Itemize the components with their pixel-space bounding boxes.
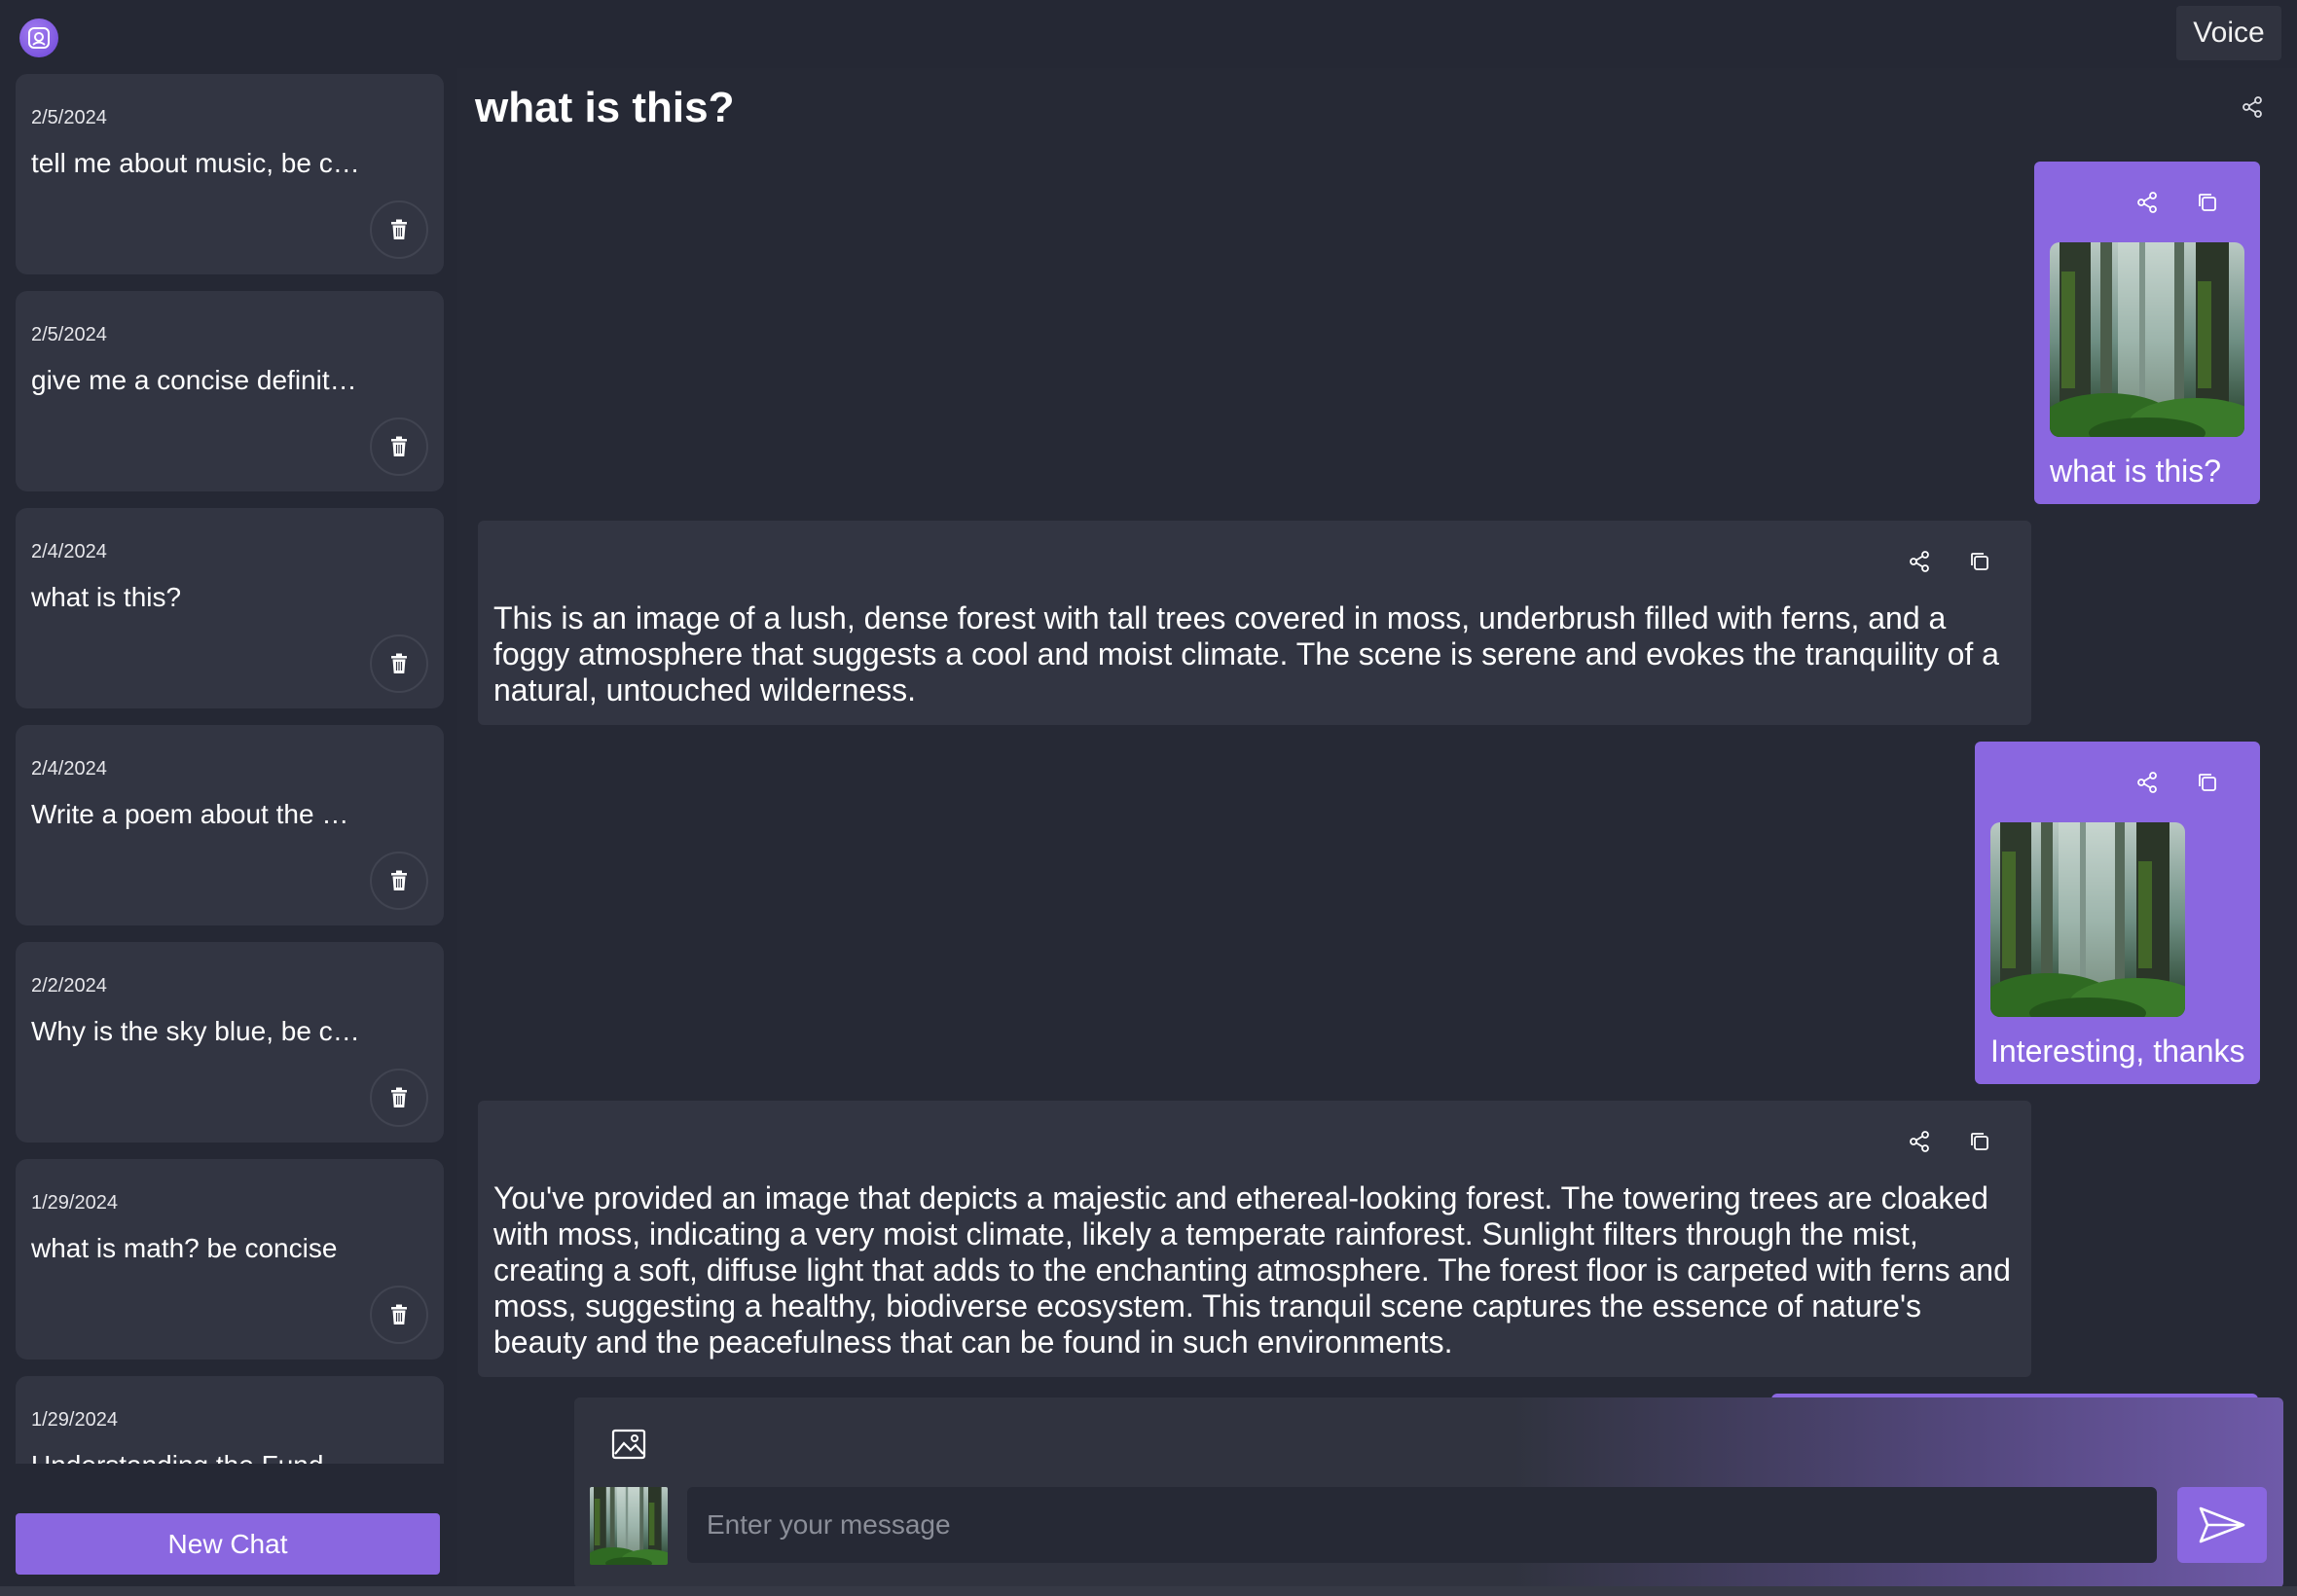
- top-bar: Voice: [0, 0, 2297, 68]
- delete-chat-icon[interactable]: [370, 1069, 428, 1127]
- user-message-text: Interesting, thanks: [1990, 1034, 2245, 1069]
- new-chat-button[interactable]: New Chat: [16, 1513, 440, 1575]
- app-logo-icon[interactable]: [19, 18, 58, 57]
- share-icon[interactable]: [2132, 187, 2163, 218]
- share-icon[interactable]: [1904, 546, 1935, 577]
- chat-history-item[interactable]: 2/4/2024 what is this?: [16, 508, 444, 708]
- chat-history-item[interactable]: 2/5/2024 give me a concise definition: [16, 291, 444, 491]
- chat-date: 2/5/2024: [31, 107, 107, 128]
- chat-history-item[interactable]: 1/29/2024 what is math? be concise: [16, 1159, 444, 1360]
- chat-date: 1/29/2024: [31, 1409, 118, 1431]
- message-composer: [574, 1397, 2283, 1588]
- chat-title-preview: what is math? be concise: [31, 1233, 338, 1263]
- chat-title-preview: Understanding the Fund: [31, 1450, 362, 1464]
- copy-icon[interactable]: [2192, 767, 2223, 798]
- chat-title-preview: tell me about music, be concise: [31, 148, 362, 178]
- voice-button[interactable]: Voice: [2176, 6, 2281, 60]
- assistant-message: You've provided an image that depicts a …: [478, 1101, 2031, 1377]
- user-message: Interesting, thanks: [1975, 742, 2260, 1084]
- delete-chat-icon[interactable]: [370, 1286, 428, 1344]
- chat-header: what is this?: [457, 68, 2297, 146]
- chat-date: 2/5/2024: [31, 324, 107, 345]
- copy-icon[interactable]: [1964, 1126, 1995, 1157]
- copy-icon[interactable]: [2192, 187, 2223, 218]
- chat-title-preview: Why is the sky blue, be concise: [31, 1016, 362, 1046]
- chat-title-preview: Write a poem about the sea: [31, 799, 362, 829]
- message-input[interactable]: [687, 1487, 2157, 1563]
- chat-history-item[interactable]: 1/29/2024 Understanding the Fund: [16, 1376, 444, 1464]
- chat-panel: what is this? what is this? This is an i…: [457, 68, 2297, 1596]
- attach-image-icon[interactable]: [609, 1425, 648, 1464]
- delete-chat-icon[interactable]: [370, 200, 428, 259]
- chat-title-preview: what is this?: [31, 582, 182, 612]
- window-bottom-edge: [0, 1586, 2297, 1596]
- app-window: Voice 2/5/2024 tell me about music, be co…: [0, 0, 2297, 1596]
- chat-date: 2/4/2024: [31, 541, 107, 562]
- sidebar: 2/5/2024tell me about music, be concise2…: [0, 68, 457, 1596]
- assistant-message-text: This is an image of a lush, dense forest…: [493, 600, 1999, 707]
- delete-chat-icon[interactable]: [370, 635, 428, 693]
- delete-chat-icon[interactable]: [370, 417, 428, 476]
- chat-date: 2/2/2024: [31, 975, 107, 997]
- chat-title: what is this?: [475, 84, 735, 131]
- chat-title-preview: give me a concise definition: [31, 365, 362, 395]
- assistant-message-text: You've provided an image that depicts a …: [493, 1180, 2011, 1360]
- share-icon[interactable]: [1904, 1126, 1935, 1157]
- chat-history-item[interactable]: 2/2/2024 Why is the sky blue, be concise: [16, 942, 444, 1143]
- delete-chat-icon[interactable]: [370, 852, 428, 910]
- user-message: what is this?: [2034, 162, 2260, 504]
- chat-history-item[interactable]: 2/5/2024 tell me about music, be concise: [16, 74, 444, 274]
- chat-history-item[interactable]: 2/4/2024 Write a poem about the sea: [16, 725, 444, 925]
- send-icon[interactable]: [2177, 1487, 2267, 1563]
- forest-image[interactable]: [1990, 822, 2185, 1017]
- attached-image-thumbnail[interactable]: [590, 1487, 668, 1565]
- chat-date: 2/4/2024: [31, 758, 107, 780]
- assistant-message: This is an image of a lush, dense forest…: [478, 521, 2031, 725]
- share-conversation-icon[interactable]: [2237, 91, 2268, 123]
- share-icon[interactable]: [2132, 767, 2163, 798]
- copy-icon[interactable]: [1964, 546, 1995, 577]
- chat-date: 1/29/2024: [31, 1192, 118, 1214]
- chat-history-list: 2/5/2024tell me about music, be concise2…: [16, 74, 444, 1464]
- user-message-text: what is this?: [2050, 453, 2222, 489]
- forest-image[interactable]: [2050, 242, 2244, 437]
